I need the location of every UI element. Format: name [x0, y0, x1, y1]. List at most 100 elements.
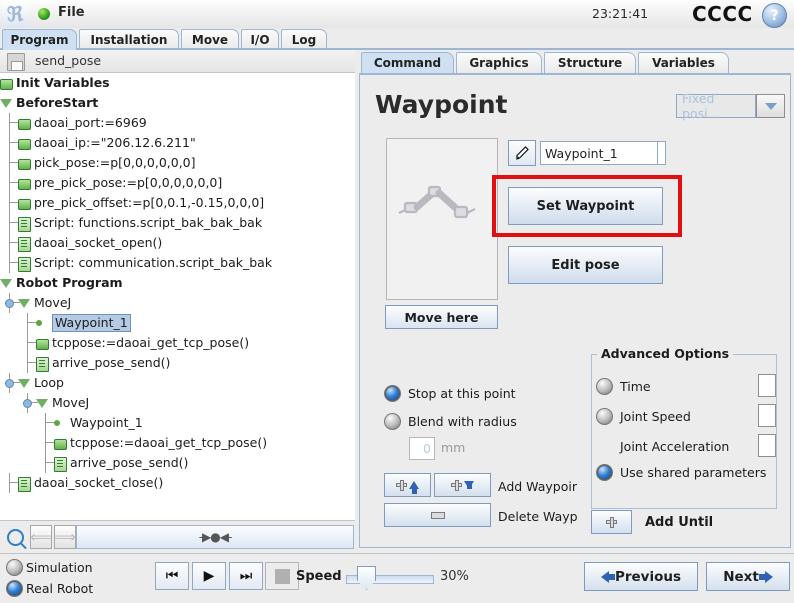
stop-square-icon[interactable]	[265, 562, 299, 590]
tree-connector	[45, 433, 46, 453]
next-label: Next	[723, 568, 759, 585]
tree-row[interactable]: daoai_ip:="206.12.6.211"	[0, 133, 355, 153]
tree-row[interactable]: Script: functions.script_bak_bak_bak	[0, 213, 355, 233]
minus-icon	[430, 511, 445, 519]
fixed-position-select[interactable]: Fixed posi...	[676, 91, 756, 121]
blend-radius-input[interactable]: 0	[409, 437, 435, 460]
triangle-expanded-icon	[18, 299, 30, 308]
speed-percent-label: 30%	[440, 569, 469, 584]
tree-row-label: Robot Program	[16, 275, 123, 290]
main-tab-i-o[interactable]: I/O	[241, 29, 279, 50]
add-waypoint-before-button[interactable]	[384, 473, 431, 497]
tree-row[interactable]: daoai_socket_open()	[0, 233, 355, 253]
time-input[interactable]	[758, 374, 776, 397]
waypoint-name-input[interactable]: Waypoint_1	[540, 141, 658, 165]
add-until-button[interactable]	[591, 510, 632, 534]
tree-connector	[9, 193, 10, 213]
tree-row-label: MoveJ	[34, 295, 72, 310]
tree-connector	[27, 353, 28, 373]
tree-expand-hub[interactable]	[23, 399, 32, 408]
label-joint-speed: Joint Speed	[620, 409, 691, 424]
program-position-slider[interactable]: -▶●◀-	[76, 525, 354, 549]
chevron-down-icon[interactable]	[756, 94, 785, 118]
save-disk-icon[interactable]	[7, 53, 25, 71]
radio-use-shared-parameters[interactable]	[596, 464, 613, 481]
program-tree-toolbar: ⟸ ⟹ -▶●◀-	[0, 520, 355, 553]
edit-pose-button[interactable]: Edit pose	[508, 246, 663, 284]
tree-row[interactable]: Waypoint_1	[0, 313, 355, 333]
tree-row-label: MoveJ	[52, 395, 90, 410]
tree-expand-hub[interactable]	[5, 379, 14, 388]
tree-row[interactable]: tcppose:=daoai_get_tcp_pose()	[0, 333, 355, 353]
tree-expand-hub[interactable]	[5, 299, 14, 308]
radio-stop-at-this-point[interactable]	[384, 385, 401, 402]
radio-time[interactable]	[596, 378, 613, 395]
magnifier-icon[interactable]	[2, 525, 28, 549]
tree-row[interactable]: daoai_port:=6969	[0, 113, 355, 133]
tree-row[interactable]: daoai_socket_close()	[0, 473, 355, 493]
waypoint-dot-icon	[54, 420, 60, 426]
skip-forward-icon[interactable]: ⏭	[229, 562, 263, 590]
skip-back-icon[interactable]: ⏮	[155, 562, 189, 590]
command-tab-command[interactable]: Command	[361, 52, 454, 73]
tree-row[interactable]: tcppose:=daoai_get_tcp_pose()	[0, 433, 355, 453]
main-tab-log[interactable]: Log	[281, 29, 327, 50]
move-here-button[interactable]: Move here	[385, 305, 498, 329]
tree-row[interactable]: MoveJ	[0, 393, 355, 413]
command-tab-graphics[interactable]: Graphics	[456, 52, 542, 73]
radio-real-robot[interactable]	[6, 580, 23, 597]
triangle-expanded-icon	[0, 279, 12, 288]
script-icon	[18, 477, 31, 492]
tree-row[interactable]: pick_pose:=p[0,0,0,0,0,0]	[0, 153, 355, 173]
joint-acceleration-input[interactable]	[758, 434, 776, 457]
command-tab-variables[interactable]: Variables	[638, 52, 729, 73]
arrow-left-icon	[600, 570, 615, 583]
previous-button[interactable]: Previous	[584, 562, 698, 591]
advanced-options-group	[591, 354, 777, 509]
tree-row[interactable]: Loop	[0, 373, 355, 393]
tree-row[interactable]: Waypoint_1	[0, 413, 355, 433]
tree-row[interactable]: BeforeStart	[0, 93, 355, 113]
tree-row[interactable]: Robot Program	[0, 273, 355, 293]
tree-row-label: daoai_port:=6969	[34, 115, 147, 130]
tree-row[interactable]: arrive_pose_send()	[0, 353, 355, 373]
tree-row-label: Waypoint_1	[52, 314, 131, 332]
tree-row[interactable]: Script: communication.script_bak_bak	[0, 253, 355, 273]
pencil-edit-icon[interactable]	[508, 140, 536, 166]
tree-row[interactable]: pre_pick_pose:=p[0,0,0,0,0,0]	[0, 173, 355, 193]
tree-row[interactable]: arrive_pose_send()	[0, 453, 355, 473]
next-button[interactable]: Next	[706, 562, 790, 591]
radio-simulation[interactable]	[6, 559, 23, 576]
radio-blend-with-radius[interactable]	[384, 413, 401, 430]
main-tab-program[interactable]: Program	[2, 29, 77, 50]
undo-arrow-icon[interactable]: ⟸	[30, 525, 52, 549]
equals-assign-icon	[18, 179, 31, 190]
waypoint-name-input-tail[interactable]	[658, 141, 666, 165]
tree-connector	[45, 453, 46, 473]
tree-row[interactable]: MoveJ	[0, 293, 355, 313]
tree-row-label: Waypoint_1	[70, 415, 143, 430]
tree-connector	[9, 153, 10, 173]
ur-logo-icon: ℜ	[2, 1, 28, 27]
command-tab-structure[interactable]: Structure	[544, 52, 636, 73]
main-tab-installation[interactable]: Installation	[79, 29, 179, 50]
question-mark-icon[interactable]: ?	[762, 3, 787, 28]
add-waypoint-label: Add Waypoir	[498, 479, 577, 494]
command-tab-bar: Command Graphics Structure Variables	[357, 52, 794, 74]
file-menu-button[interactable]: File	[58, 5, 85, 20]
redo-arrow-icon[interactable]: ⟹	[54, 525, 76, 549]
set-waypoint-button[interactable]: Set Waypoint	[508, 187, 663, 225]
tree-connector	[9, 173, 10, 193]
add-until-label: Add Until	[645, 515, 714, 530]
plus-icon	[451, 479, 462, 491]
play-icon[interactable]: ▶	[192, 562, 226, 590]
tree-row[interactable]: Init Variables	[0, 73, 355, 93]
label-use-shared-parameters: Use shared parameters	[620, 465, 767, 480]
add-waypoint-after-button[interactable]	[434, 473, 491, 497]
joint-speed-input[interactable]	[758, 404, 776, 427]
delete-waypoint-button[interactable]	[384, 503, 491, 527]
tree-row[interactable]: pre_pick_offset:=p[0,0.1,-0.15,0,0,0]	[0, 193, 355, 213]
radio-joint-speed[interactable]	[596, 408, 613, 425]
main-tab-move[interactable]: Move	[181, 29, 239, 50]
program-tree[interactable]: Init Variables BeforeStart daoai_port:=696…	[0, 73, 355, 520]
